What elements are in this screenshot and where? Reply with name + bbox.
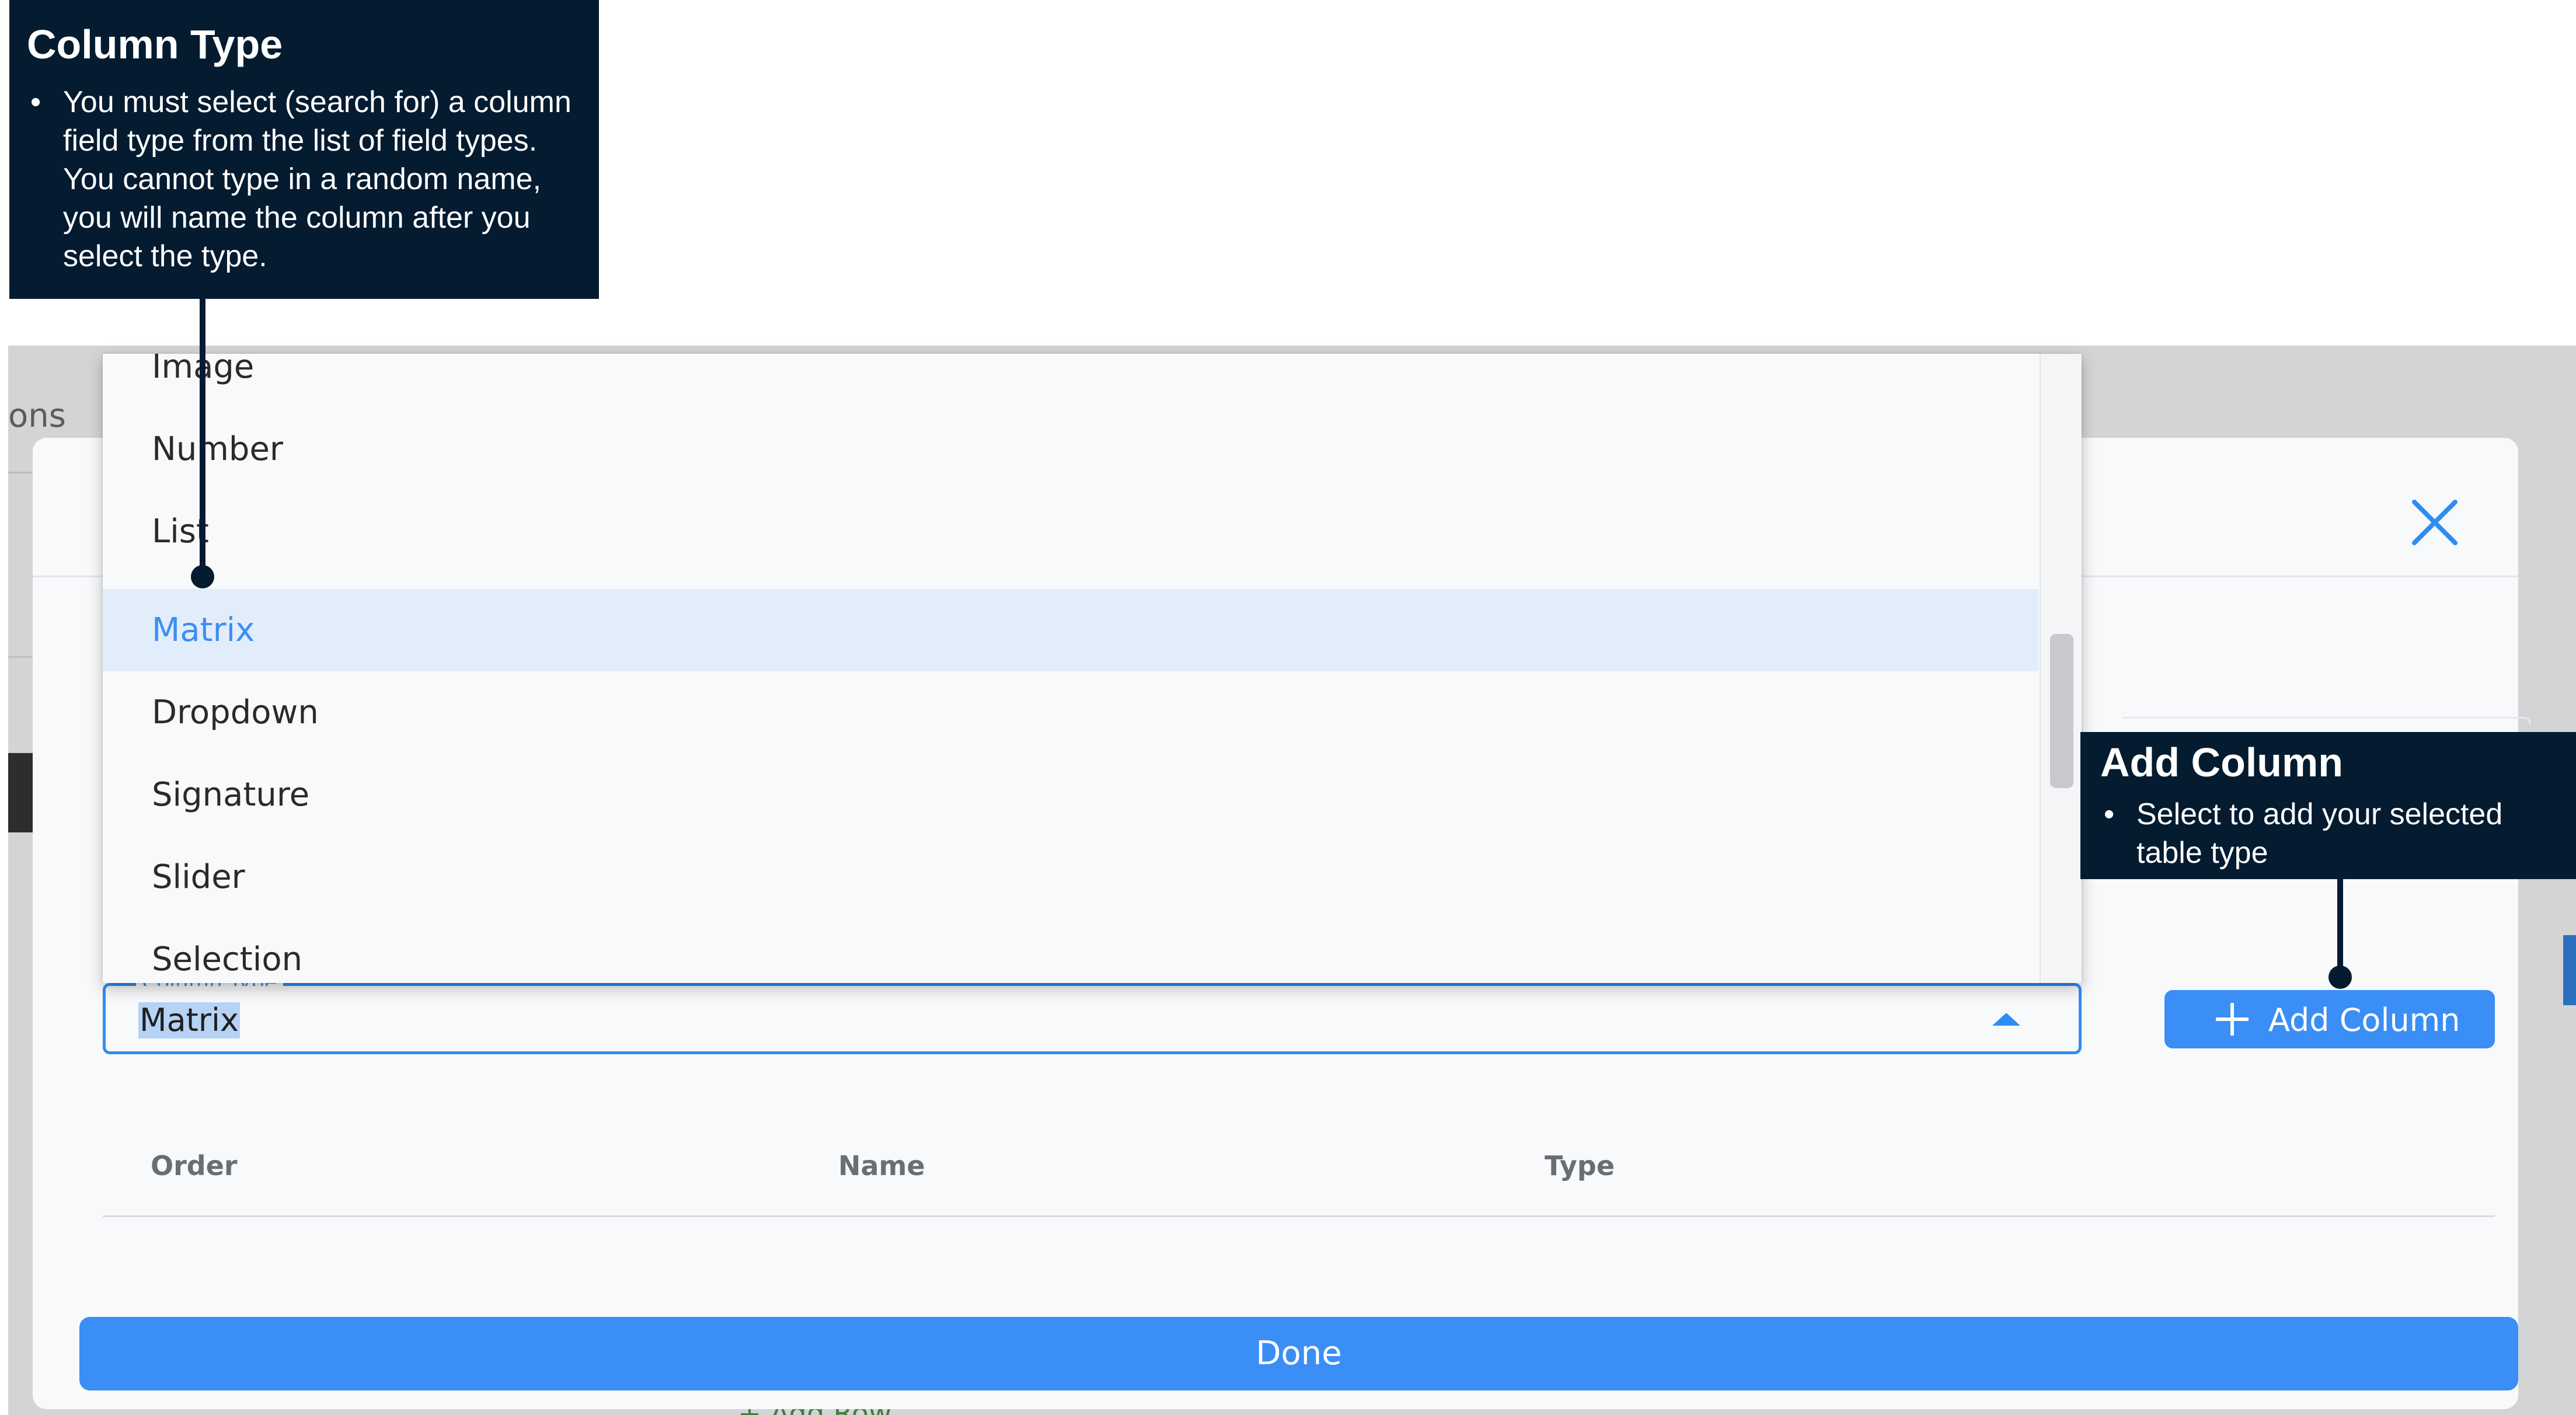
option-dropdown[interactable]: Dropdown [103, 671, 2038, 754]
caret-up-icon[interactable] [1992, 1013, 2020, 1026]
option-matrix[interactable]: Matrix [103, 589, 2038, 671]
table-header-type[interactable]: Type [1545, 1150, 1615, 1182]
callout-bullet: Select to add your selected table type [2100, 795, 2564, 872]
done-button[interactable]: Done [79, 1317, 2518, 1390]
column-type-select[interactable]: Column Type Matrix [103, 971, 2082, 1054]
listbox-scroll-thumb[interactable] [2050, 634, 2073, 788]
option-selection[interactable]: Selection [103, 918, 2038, 983]
add-column-button[interactable]: Add Column [2164, 990, 2495, 1048]
callout-bullet: You must select (search for) a column fi… [27, 83, 581, 276]
column-name-field-outline [2122, 717, 2531, 724]
option-number[interactable]: Number [103, 408, 2038, 490]
table-header-divider [103, 1215, 2495, 1217]
close-button[interactable] [2403, 490, 2467, 555]
callout-bullets: Select to add your selected table type [2100, 795, 2564, 872]
option-signature[interactable]: Signature [103, 754, 2038, 836]
column-type-value: Matrix [138, 1002, 240, 1038]
callout-bullets: You must select (search for) a column fi… [27, 83, 581, 276]
callout-column-type: Column Type You must select (search for)… [9, 0, 599, 299]
option-slider[interactable]: Slider [103, 836, 2038, 918]
plus-icon [2216, 1003, 2249, 1036]
add-column-label: Add Column [2268, 1002, 2460, 1038]
close-icon [2412, 500, 2458, 545]
column-type-listbox[interactable]: Image Number List Matrix Dropdown Signat… [103, 354, 2082, 983]
table-header-order[interactable]: Order [151, 1150, 238, 1182]
callout-add-column: Add Column Select to add your selected t… [2080, 732, 2576, 879]
callout-pointer-dot [2328, 966, 2352, 989]
callout-pointer-dot [191, 565, 214, 588]
callout-title: Column Type [27, 22, 283, 67]
table-header-name[interactable]: Name [838, 1150, 925, 1182]
callout-leader-line [200, 298, 205, 577]
listbox-scrollbar[interactable] [2040, 354, 2082, 983]
callout-title: Add Column [2100, 740, 2344, 785]
background-blue-edge [2563, 935, 2576, 1005]
background-tab-fragment: ons [8, 397, 66, 435]
option-list[interactable]: List [103, 490, 2038, 573]
callout-leader-line [2337, 878, 2343, 977]
option-image[interactable]: Image [103, 354, 2038, 408]
